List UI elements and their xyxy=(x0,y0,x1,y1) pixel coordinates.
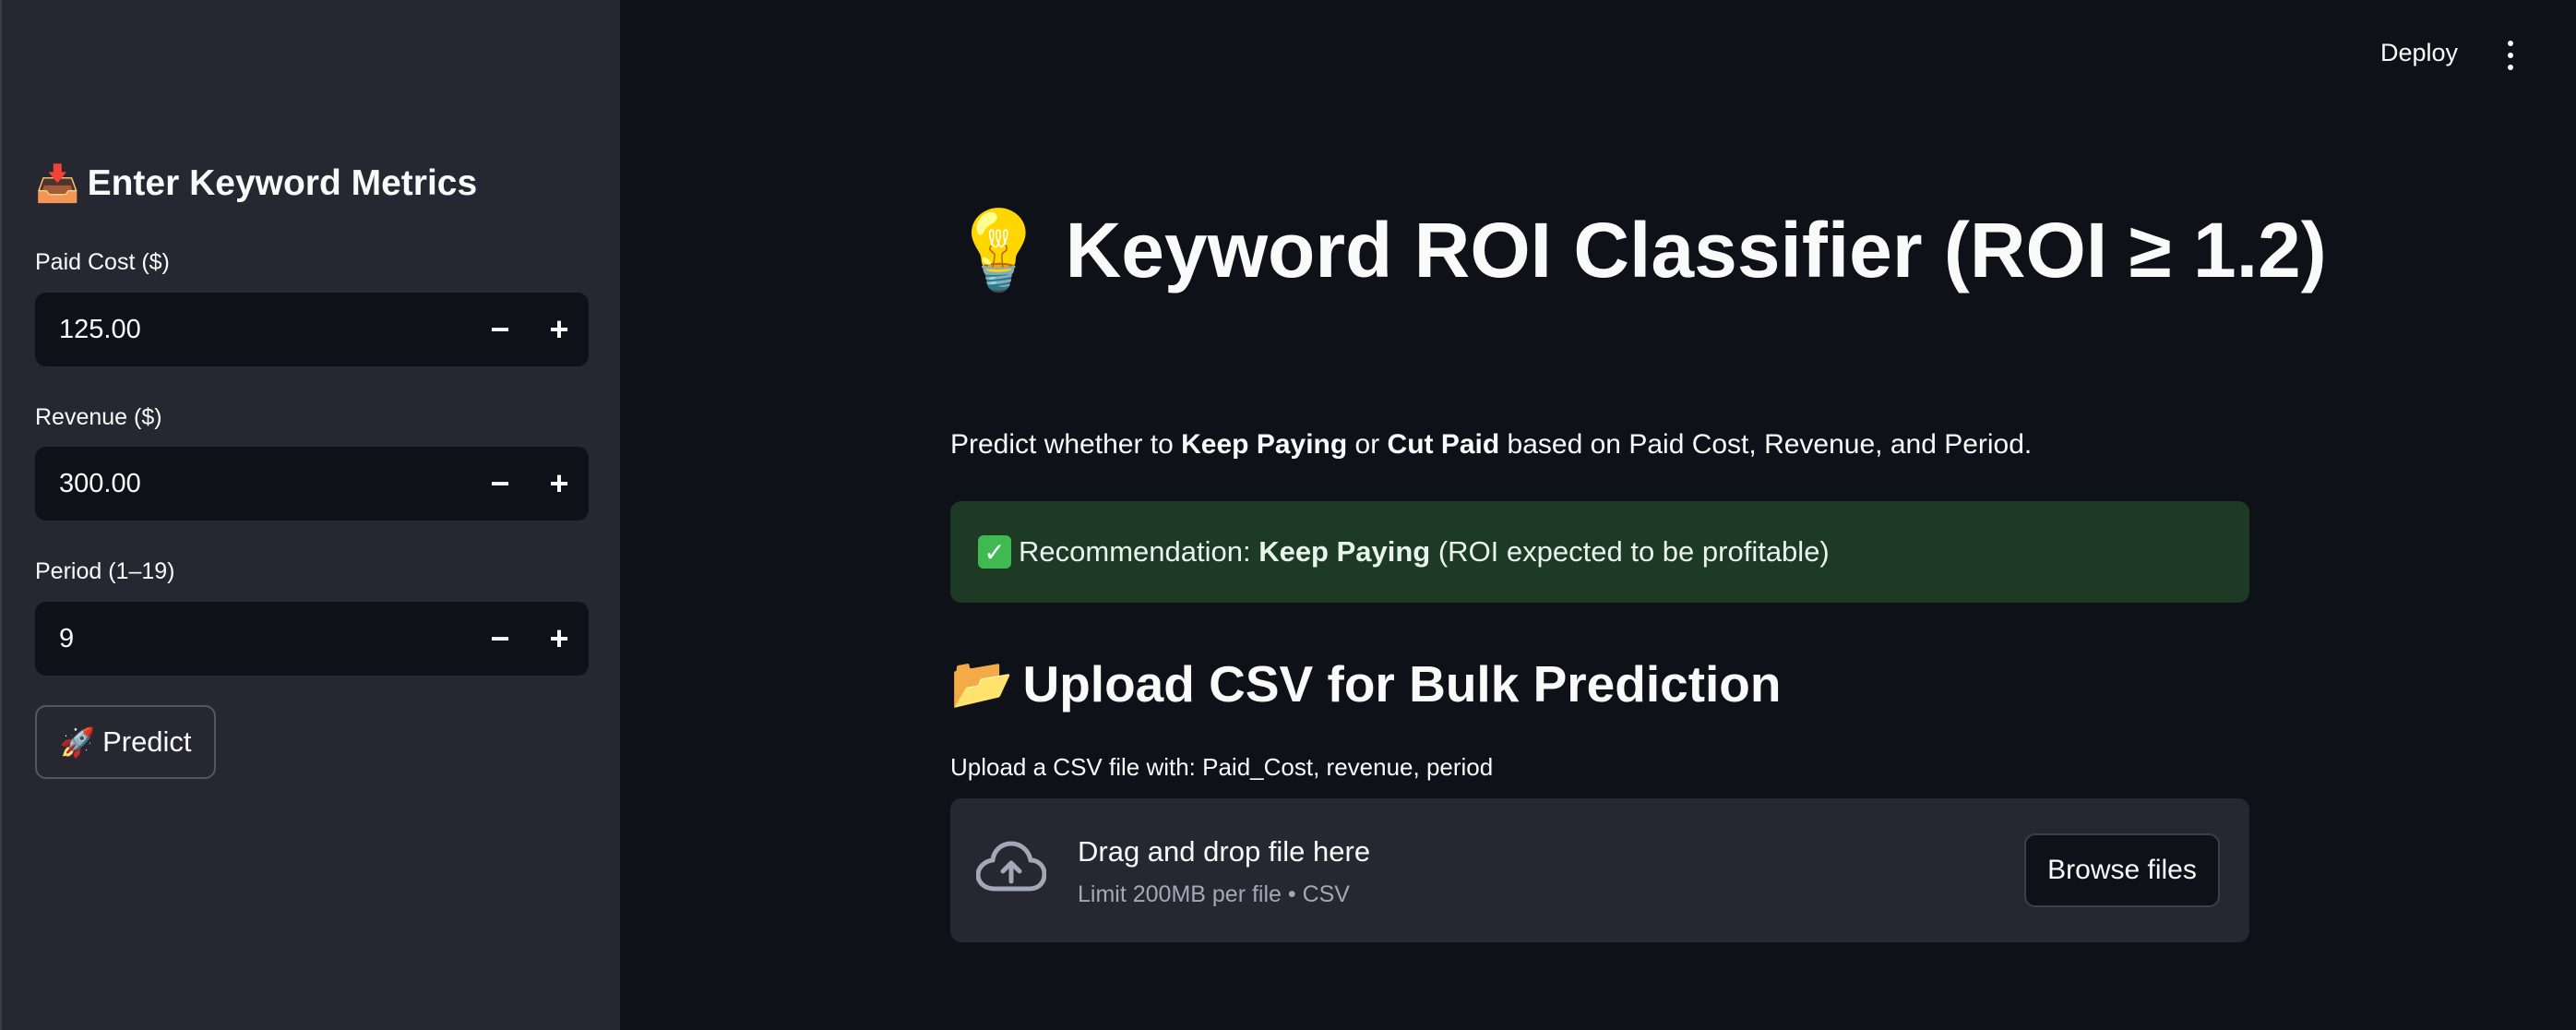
description-suffix: based on Paid Cost, Revenue, and Period. xyxy=(1499,429,2033,460)
recommendation-alert: ✓ Recommendation: Keep Paying (ROI expec… xyxy=(950,501,2249,603)
period-input[interactable]: 9 − + xyxy=(35,602,589,676)
period-increment-button[interactable]: + xyxy=(530,602,589,676)
paid-cost-increment-button[interactable]: + xyxy=(530,293,589,366)
period-value[interactable]: 9 xyxy=(35,624,471,654)
paid-cost-input[interactable]: 125.00 − + xyxy=(35,293,589,366)
description-option-cut: Cut Paid xyxy=(1387,429,1500,460)
deploy-button[interactable]: Deploy xyxy=(2380,39,2458,67)
page-title-text: Keyword ROI Classifier (ROI ≥ 1.2) xyxy=(1065,207,2327,293)
inbox-tray-icon: 📥 xyxy=(35,163,80,205)
period-decrement-button[interactable]: − xyxy=(471,602,530,676)
description-prefix: Predict whether to xyxy=(950,429,1182,460)
check-mark-icon: ✓ xyxy=(978,535,1011,569)
browse-files-button[interactable]: Browse files xyxy=(2024,833,2220,907)
dropzone-limit: Limit 200MB per file • CSV xyxy=(1078,881,1350,907)
rocket-icon: 🚀 xyxy=(59,725,96,760)
revenue-input[interactable]: 300.00 − + xyxy=(35,447,589,521)
sidebar: 📥 Enter Keyword Metrics Paid Cost ($) 12… xyxy=(0,0,620,1030)
upload-section-title-text: Upload CSV for Bulk Prediction xyxy=(1022,654,1782,713)
upload-label: Upload a CSV file with: Paid_Cost, reven… xyxy=(950,753,1494,781)
revenue-value[interactable]: 300.00 xyxy=(35,469,471,499)
paid-cost-decrement-button[interactable]: − xyxy=(471,293,530,366)
recommendation-text: Recommendation: Keep Paying (ROI expecte… xyxy=(1019,535,1830,569)
description-middle: or xyxy=(1347,429,1388,460)
paid-cost-value[interactable]: 125.00 xyxy=(35,315,471,345)
recommendation-decision: Keep Paying xyxy=(1258,535,1431,568)
cloud-upload-icon xyxy=(976,841,1046,892)
recommendation-prefix: Recommendation: xyxy=(1019,535,1259,568)
revenue-increment-button[interactable]: + xyxy=(530,447,589,521)
period-label: Period (1–19) xyxy=(35,558,175,584)
light-bulb-icon: 💡 xyxy=(950,205,1047,295)
upload-section-title: 📂 Upload CSV for Bulk Prediction xyxy=(950,653,1782,713)
description: Predict whether to Keep Paying or Cut Pa… xyxy=(950,429,2032,461)
folder-icon: 📂 xyxy=(950,653,1014,713)
predict-button-label: Predict xyxy=(102,725,192,758)
predict-button[interactable]: 🚀 Predict xyxy=(35,705,216,779)
sidebar-title-text: Enter Keyword Metrics xyxy=(87,163,478,203)
revenue-label: Revenue ($) xyxy=(35,404,162,430)
more-vertical-icon[interactable] xyxy=(2497,37,2524,74)
description-option-keep: Keep Paying xyxy=(1181,429,1348,460)
recommendation-suffix: (ROI expected to be profitable) xyxy=(1430,535,1830,568)
file-dropzone[interactable]: Drag and drop file here Limit 200MB per … xyxy=(950,798,2249,942)
dropzone-instruction: Drag and drop file here xyxy=(1078,835,1371,868)
page-title: 💡 Keyword ROI Classifier (ROI ≥ 1.2) xyxy=(950,205,2327,296)
paid-cost-label: Paid Cost ($) xyxy=(35,249,170,275)
revenue-decrement-button[interactable]: − xyxy=(471,447,530,521)
sidebar-title: 📥 Enter Keyword Metrics xyxy=(35,162,477,205)
